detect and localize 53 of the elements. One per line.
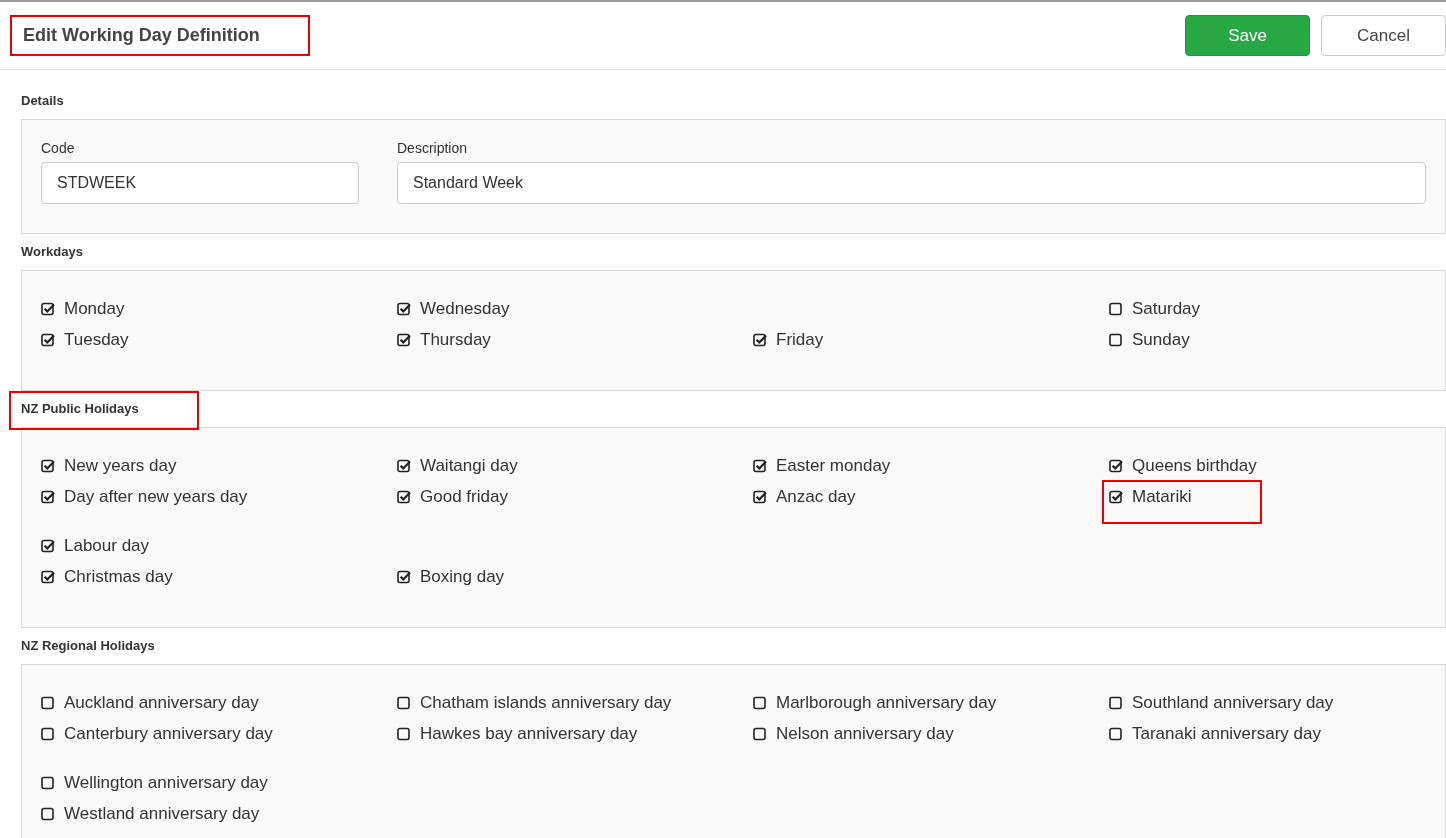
- checkbox-item[interactable]: Hawkes bay anniversary day: [390, 716, 708, 761]
- empty-box-icon[interactable]: [753, 695, 767, 710]
- checkbox-item[interactable]: Thursday: [390, 322, 561, 367]
- checked-box-icon[interactable]: [753, 489, 767, 504]
- cancel-button[interactable]: Cancel: [1321, 15, 1446, 56]
- text-field[interactable]: STDWEEK: [41, 162, 359, 204]
- checked-box-icon[interactable]: [1109, 489, 1123, 504]
- checkbox-item[interactable]: Good friday: [390, 479, 578, 524]
- empty-box-icon[interactable]: [397, 695, 411, 710]
- checked-box-icon[interactable]: [397, 301, 411, 316]
- checked-box-icon[interactable]: [41, 332, 55, 347]
- checkbox-item[interactable]: Tuesday: [34, 322, 199, 367]
- field-label: Description: [397, 140, 469, 156]
- checkbox-item[interactable]: Boxing day: [390, 559, 575, 604]
- checked-box-icon[interactable]: [753, 332, 767, 347]
- empty-box-icon[interactable]: [41, 775, 55, 790]
- checkbox-item[interactable]: Friday: [746, 322, 894, 367]
- checkbox-item[interactable]: Anzac day: [746, 479, 926, 524]
- checkbox-item[interactable]: Nelson anniversary day: [746, 716, 1024, 761]
- checkbox-item[interactable]: Christmas day: [34, 559, 243, 604]
- checkbox-item[interactable]: Canterbury anniversary day: [34, 716, 343, 761]
- checked-box-icon[interactable]: [397, 332, 411, 347]
- empty-box-icon[interactable]: [397, 726, 411, 741]
- checked-box-icon[interactable]: [41, 301, 55, 316]
- empty-box-icon[interactable]: [1109, 695, 1123, 710]
- field-label: Code: [41, 140, 76, 156]
- checked-box-icon[interactable]: [397, 569, 411, 584]
- checked-box-icon[interactable]: [41, 538, 55, 553]
- checked-box-icon[interactable]: [41, 458, 55, 473]
- page-title: Edit Working Day Definition: [23, 25, 260, 46]
- empty-box-icon[interactable]: [1109, 726, 1123, 741]
- checked-box-icon[interactable]: [41, 569, 55, 584]
- empty-box-icon[interactable]: [41, 695, 55, 710]
- section-heading: Workdays: [20, 243, 84, 261]
- checkbox-item[interactable]: Matariki: [1102, 479, 1262, 524]
- checkbox-item[interactable]: Day after new years day: [34, 479, 318, 524]
- empty-box-icon[interactable]: [41, 806, 55, 821]
- checkbox-item[interactable]: Westland anniversary day: [34, 796, 330, 838]
- empty-box-icon[interactable]: [1109, 301, 1123, 316]
- empty-box-icon[interactable]: [1109, 332, 1123, 347]
- checked-box-icon[interactable]: [753, 458, 767, 473]
- section-heading: Details: [20, 92, 65, 110]
- checkbox-item[interactable]: Sunday: [1102, 322, 1260, 367]
- empty-box-icon[interactable]: [753, 726, 767, 741]
- checked-box-icon[interactable]: [1109, 458, 1123, 473]
- section-heading: NZ Public Holidays: [9, 391, 199, 430]
- checked-box-icon[interactable]: [397, 489, 411, 504]
- checked-box-icon[interactable]: [397, 458, 411, 473]
- section-heading: NZ Regional Holidays: [20, 637, 156, 655]
- checkbox-item[interactable]: Taranaki anniversary day: [1102, 716, 1391, 761]
- checked-box-icon[interactable]: [41, 489, 55, 504]
- text-field[interactable]: Standard Week: [397, 162, 1426, 204]
- empty-box-icon[interactable]: [41, 726, 55, 741]
